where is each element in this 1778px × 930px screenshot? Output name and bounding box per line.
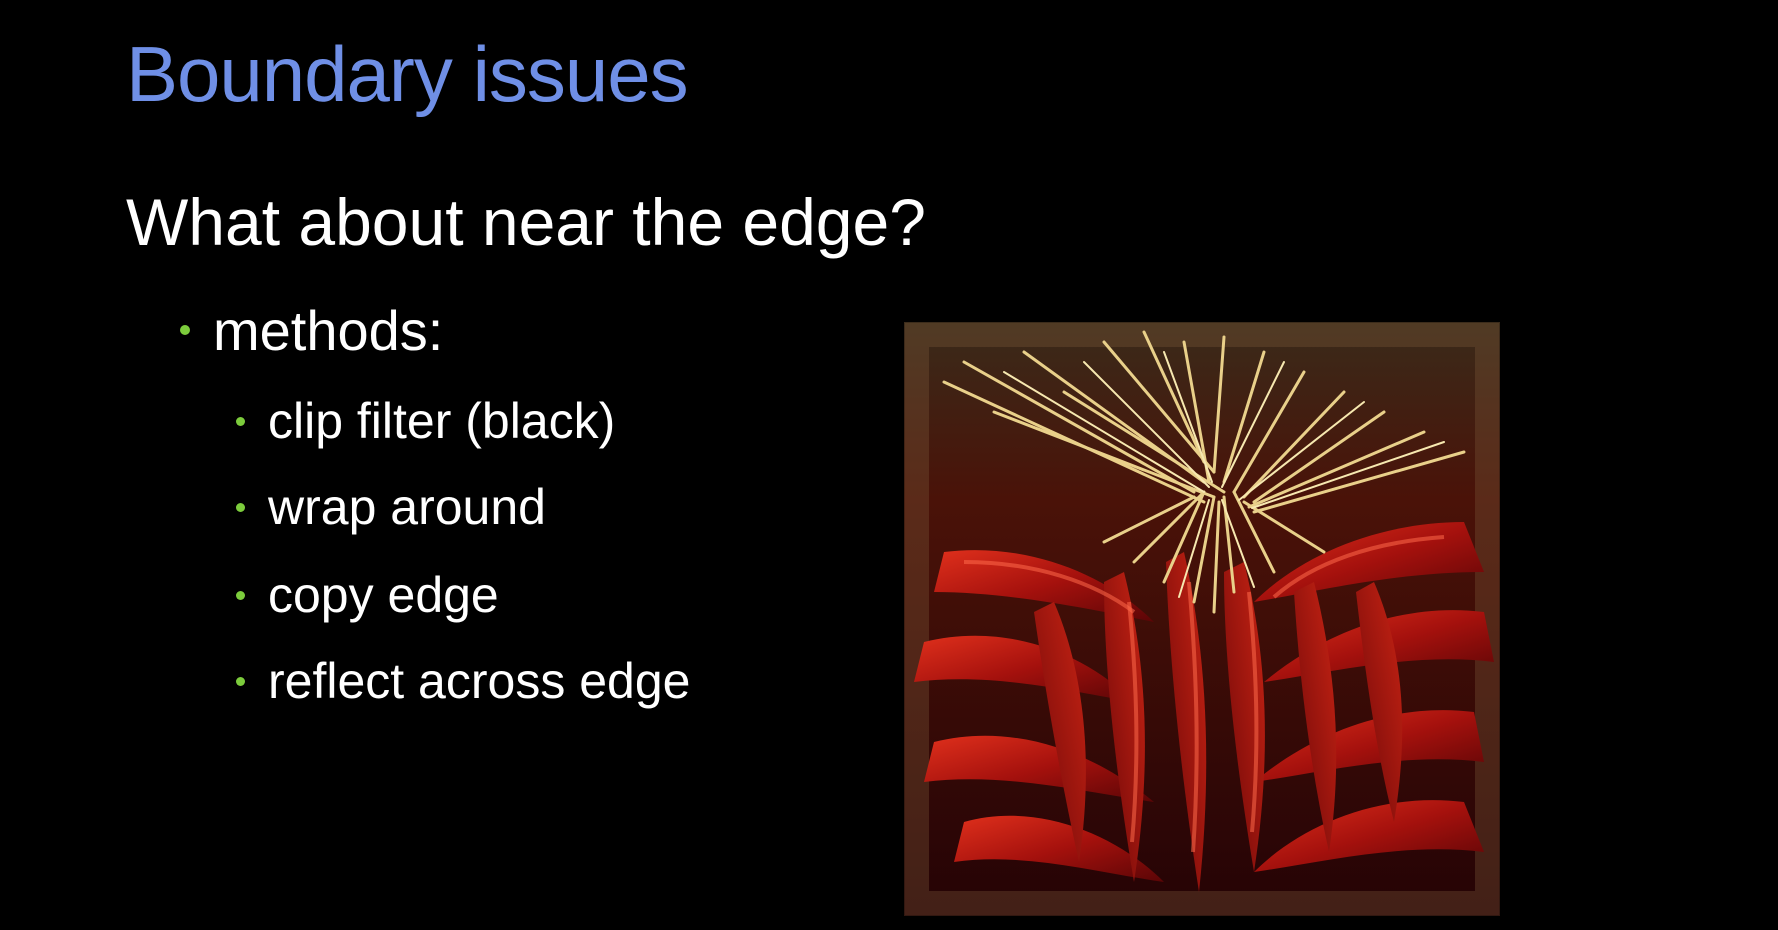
bullet-dot-icon bbox=[236, 502, 245, 512]
sub-bullet-clip-filter: clip filter (black) bbox=[236, 388, 615, 454]
bullet-dot-icon bbox=[236, 676, 245, 686]
sub-bullet-wrap-around: wrap around bbox=[236, 474, 546, 540]
bullet-dot-icon bbox=[180, 325, 190, 335]
sub-bullet-copy-edge: copy edge bbox=[236, 562, 499, 628]
chili-pepper-illustration bbox=[904, 322, 1500, 916]
slide-title: Boundary issues bbox=[126, 30, 689, 118]
slide: Boundary issues What about near the edge… bbox=[0, 0, 1778, 930]
chili-pepper-image bbox=[904, 322, 1500, 916]
sub-bullet-label: reflect across edge bbox=[268, 653, 691, 709]
bullet-methods: methods: bbox=[180, 294, 443, 366]
sub-bullet-reflect: reflect across edge bbox=[236, 648, 690, 714]
bullet-dot-icon bbox=[236, 590, 245, 600]
bullet-dot-icon bbox=[236, 416, 245, 426]
bullet-methods-label: methods: bbox=[213, 298, 444, 362]
sub-bullet-label: wrap around bbox=[268, 479, 546, 535]
sub-bullet-label: clip filter (black) bbox=[268, 393, 616, 449]
slide-heading: What about near the edge? bbox=[126, 185, 926, 259]
sub-bullet-label: copy edge bbox=[268, 567, 499, 623]
